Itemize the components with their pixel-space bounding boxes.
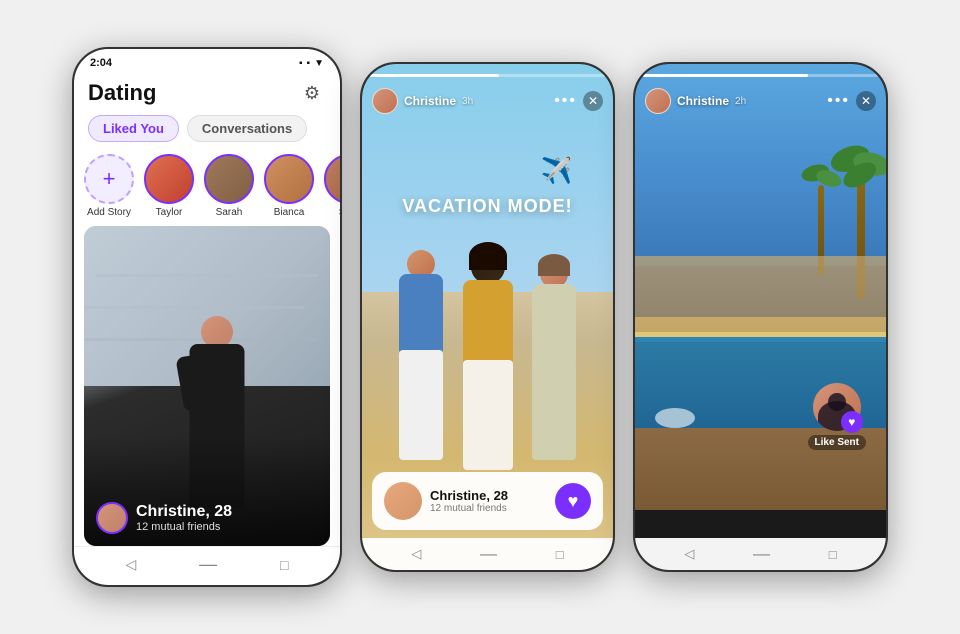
- home-btn-mid[interactable]: —: [480, 544, 497, 564]
- profile-card[interactable]: Christine, 28 12 mutual friends: [84, 226, 330, 546]
- phone-right: ♥ Like Sent Christine 2h ••• ✕ ◁ — □: [633, 62, 888, 572]
- story-row: + Add Story Taylor Sarah Bianca Sp...: [74, 148, 340, 226]
- story-username-right: Christine: [677, 94, 729, 108]
- story-progress-bg-right: [643, 74, 878, 77]
- recent-btn-mid[interactable]: □: [556, 547, 564, 562]
- bianca-label: Bianca: [274, 207, 305, 218]
- vacation-text: VACATION MODE!: [402, 196, 572, 217]
- phone-left-screen: 2:04 ▪ ▪ ▼ Dating ⚙ Liked You Conversati…: [74, 49, 340, 585]
- back-btn-mid[interactable]: ◁: [411, 546, 421, 562]
- recent-btn[interactable]: □: [280, 557, 288, 573]
- taylor-label: Taylor: [156, 207, 183, 218]
- story-bianca[interactable]: Bianca: [264, 154, 314, 218]
- app-header: Dating ⚙: [74, 73, 340, 111]
- story-top-bar-mid: Christine 3h ••• ✕: [362, 82, 613, 120]
- bottom-nav-left: ◁ — □: [74, 546, 340, 582]
- sarah-avatar[interactable]: [204, 154, 254, 204]
- story-more-icon-right[interactable]: •••: [827, 92, 850, 110]
- story-progress-fill-right: [643, 74, 808, 77]
- story-bottom-card-mid: Christine, 28 12 mutual friends ♥: [372, 472, 603, 530]
- recent-btn-right[interactable]: □: [829, 547, 837, 562]
- tabs-row: Liked You Conversations: [74, 111, 340, 148]
- phone-middle: Christine 3h ••• ✕ VACATION MODE! ✈️ Chr…: [360, 62, 615, 572]
- home-btn[interactable]: —: [199, 554, 217, 575]
- story-progress-bg: [370, 74, 605, 77]
- back-btn[interactable]: ◁: [125, 556, 136, 573]
- like-sent-container: ♥ Like Sent: [808, 383, 866, 450]
- story-avatar-right: [645, 88, 671, 114]
- plane-emoji: ✈️: [540, 155, 572, 186]
- resort-bg: [635, 64, 886, 570]
- sp-label: Sp...: [339, 207, 340, 218]
- app-title: Dating: [88, 80, 156, 106]
- bottom-nav-right: ◁ — □: [635, 538, 886, 570]
- story-time-mid: 3h: [462, 96, 473, 107]
- story-avatar-mid: [372, 88, 398, 114]
- phone-left: 2:04 ▪ ▪ ▼ Dating ⚙ Liked You Conversati…: [72, 47, 342, 587]
- story-sarah[interactable]: Sarah: [204, 154, 254, 218]
- card-bottom-info: Christine, 28 12 mutual friends: [96, 502, 232, 534]
- like-sent-heart-icon: ♥: [841, 411, 863, 433]
- plus-icon: +: [103, 168, 116, 190]
- like-button-mid[interactable]: ♥: [555, 483, 591, 519]
- add-story-circle[interactable]: +: [84, 154, 134, 204]
- story-user-row-right: Christine 2h: [645, 88, 746, 114]
- story-close-btn-right[interactable]: ✕: [856, 91, 876, 111]
- taylor-avatar[interactable]: [144, 154, 194, 204]
- story-actions-right: ••• ✕: [827, 91, 876, 111]
- card-small-avatar: [96, 502, 128, 534]
- status-bar-left: 2:04 ▪ ▪ ▼: [74, 49, 340, 73]
- status-time: 2:04: [90, 57, 112, 69]
- story-bottom-info-mid: Christine, 28 12 mutual friends: [430, 488, 555, 514]
- bianca-avatar[interactable]: [264, 154, 314, 204]
- card-mutual: 12 mutual friends: [136, 521, 232, 533]
- home-btn-right[interactable]: —: [753, 544, 770, 564]
- story-actions: ••• ✕: [554, 91, 603, 111]
- phone-middle-screen: Christine 3h ••• ✕ VACATION MODE! ✈️ Chr…: [362, 64, 613, 570]
- story-more-icon[interactable]: •••: [554, 92, 577, 110]
- wifi-icon: ▼: [314, 58, 324, 69]
- story-user-row: Christine 3h: [372, 88, 473, 114]
- story-username-mid: Christine: [404, 94, 456, 108]
- add-story-item[interactable]: + Add Story: [84, 154, 134, 218]
- story-top-bar-right: Christine 2h ••• ✕: [635, 82, 886, 120]
- story-progress-fill: [370, 74, 499, 77]
- sp-avatar[interactable]: [324, 154, 340, 204]
- tab-conversations[interactable]: Conversations: [187, 115, 307, 142]
- card-name: Christine, 28: [136, 503, 232, 521]
- story-sp[interactable]: Sp...: [324, 154, 340, 218]
- story-bottom-sub: 12 mutual friends: [430, 503, 555, 514]
- like-sent-label: Like Sent: [808, 435, 866, 450]
- story-close-btn[interactable]: ✕: [583, 91, 603, 111]
- story-time-right: 2h: [735, 96, 746, 107]
- story-taylor[interactable]: Taylor: [144, 154, 194, 218]
- sarah-label: Sarah: [216, 207, 243, 218]
- bottom-nav-mid: ◁ — □: [362, 538, 613, 570]
- gear-icon[interactable]: ⚙: [298, 79, 326, 107]
- story-bottom-avatar-mid: [384, 482, 422, 520]
- phone-right-screen: ♥ Like Sent Christine 2h ••• ✕ ◁ — □: [635, 64, 886, 570]
- battery-icon: ▪: [299, 58, 303, 69]
- status-icons: ▪ ▪ ▼: [299, 58, 324, 69]
- signal-icon: ▪: [307, 58, 311, 69]
- people-group: [392, 230, 583, 470]
- tab-liked-you[interactable]: Liked You: [88, 115, 179, 142]
- like-sent-avatar-wrapper: ♥: [813, 383, 861, 431]
- back-btn-right[interactable]: ◁: [684, 546, 694, 562]
- add-story-label: Add Story: [87, 207, 131, 218]
- story-bottom-name: Christine, 28: [430, 488, 555, 503]
